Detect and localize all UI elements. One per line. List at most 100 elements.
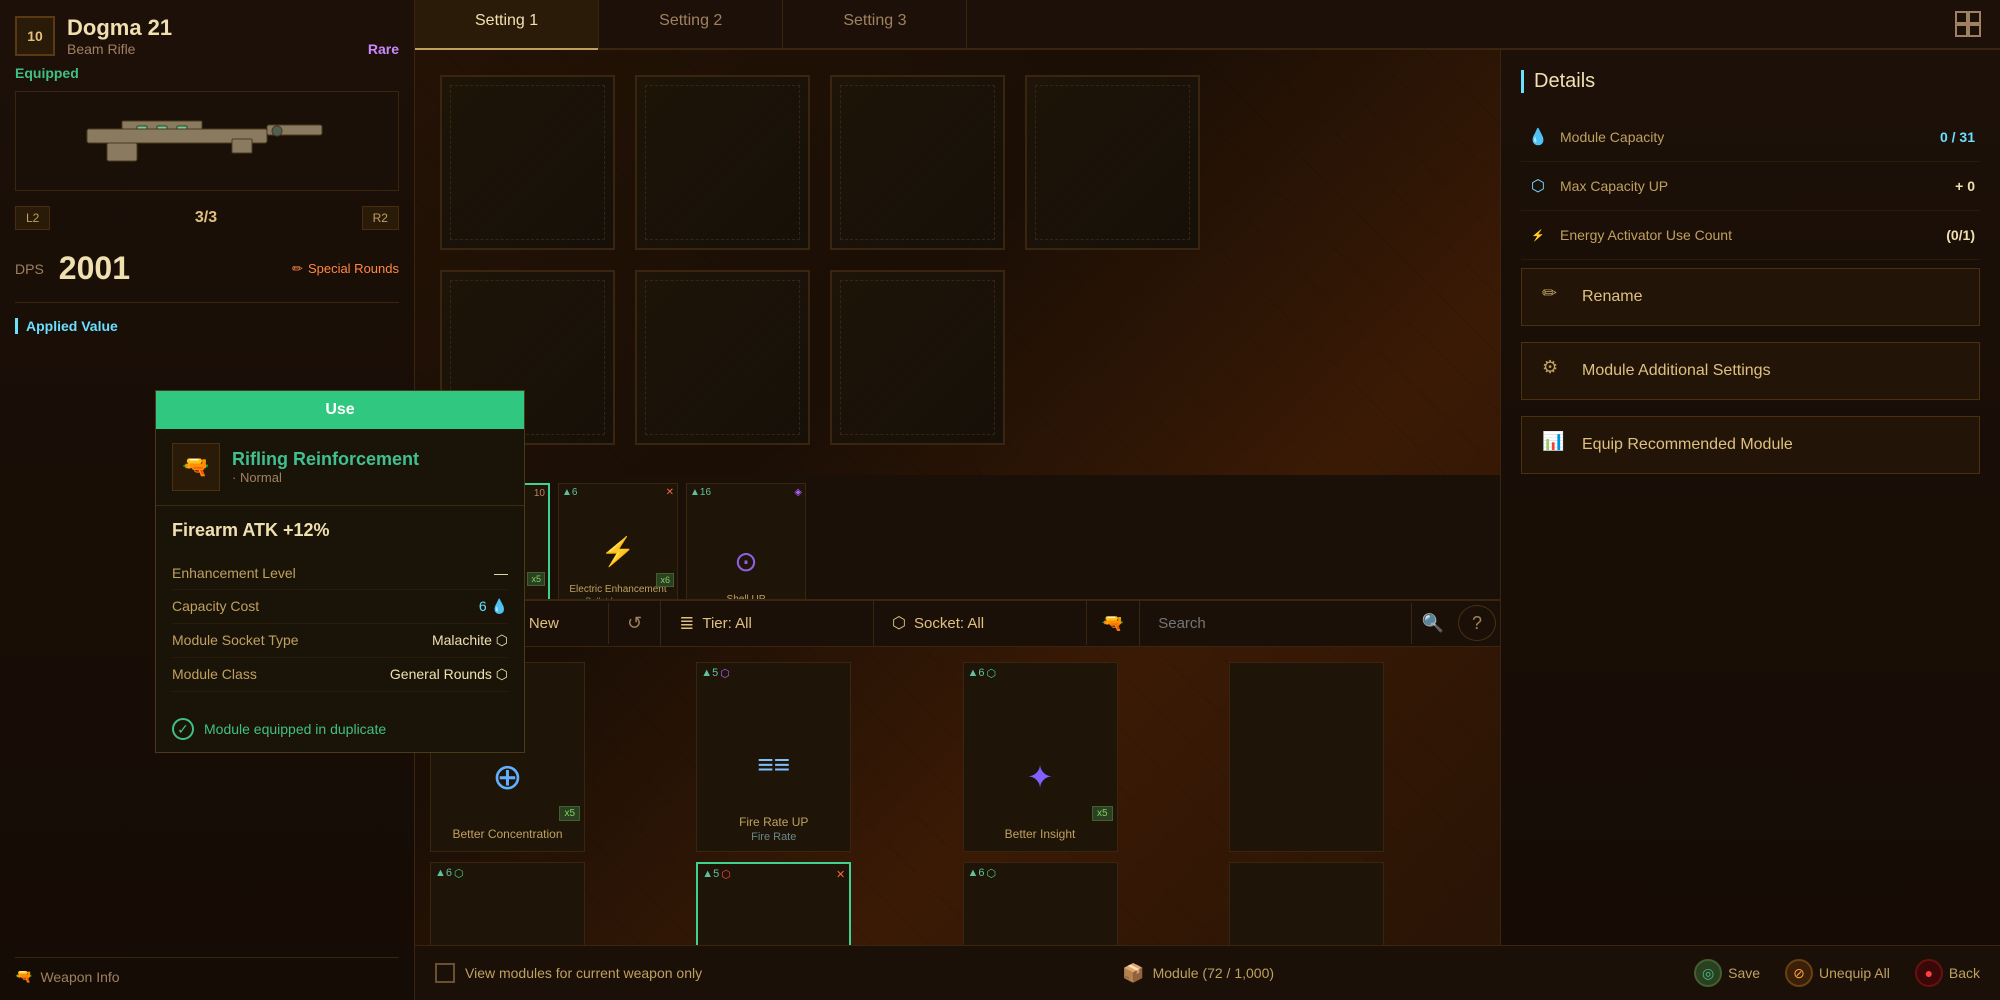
selected-modules-strip: ▲6 10 ⊙ x5 Reinforcement ▲6 ✕ ⚡ x6 Elect…	[415, 475, 1500, 600]
equip-recommended-button[interactable]: 📊 Equip Recommended Module	[1521, 416, 1980, 474]
tier-label: Tier: All	[702, 615, 751, 632]
tooltip-use-button[interactable]: Use	[415, 391, 524, 429]
filter-help-btn[interactable]: ?	[1458, 605, 1496, 641]
tier-icon: ≣	[679, 613, 694, 634]
weapon-name: Dogma 21	[67, 15, 399, 41]
sel-card-tier-3: ▲16	[690, 487, 711, 498]
filter-tier-dropdown[interactable]: ≣ Tier: All	[661, 601, 874, 646]
weapon-rarity: Rare	[368, 41, 399, 57]
weapon-header: 10 Dogma 21 Beam Rifle Rare	[15, 15, 399, 57]
module-card-empty[interactable]	[1229, 662, 1384, 852]
energy-row: ⚡ Energy Activator Use Count (0/1)	[1521, 211, 1980, 260]
main-area: Setting 1 Setting 2 Setting 3	[415, 0, 2000, 1000]
capacity-drop-icon: 💧	[1526, 125, 1550, 149]
help-icon: ?	[1472, 613, 1482, 634]
tooltip-socket-row: Module Socket Type Malachite ⬡	[415, 624, 508, 658]
energy-value: (0/1)	[1946, 227, 1975, 243]
tab-grid-button[interactable]	[1936, 0, 2000, 48]
filter-search-input[interactable]	[1140, 603, 1411, 644]
content-area: ▲6 10 ⊙ x5 Reinforcement ▲6 ✕ ⚡ x6 Elect…	[415, 50, 2000, 1000]
tab-setting3[interactable]: Setting 3	[783, 0, 967, 48]
module-capacity-row: 💧 Module Capacity 0 / 31	[1521, 113, 1980, 162]
search-magnify-icon[interactable]: 🔍	[1412, 601, 1454, 646]
module-slot-4[interactable]	[1025, 75, 1200, 250]
r2-button[interactable]: R2	[362, 206, 399, 230]
module-card-firerate-1[interactable]: ▲5 ⬡ ≡≡ Fire Rate UP Fire Rate	[696, 662, 851, 852]
sel-card-mark-3: ◈	[794, 487, 802, 498]
rename-label: Rename	[1582, 288, 1642, 306]
tab-setting1[interactable]: Setting 1	[415, 0, 599, 48]
card-name-1: Better Concentration	[448, 827, 566, 843]
additional-settings-label: Module Additional Settings	[1582, 362, 1771, 380]
module-count-label: Module (72 / 1,000)	[1153, 965, 1274, 981]
l2-button[interactable]: L2	[15, 206, 50, 230]
card-rank-1: x5	[559, 806, 580, 821]
sel-card-rank-2: x6	[656, 573, 674, 587]
weapon-image	[15, 91, 399, 191]
sel-card-icon-3: ⊙	[716, 531, 776, 591]
sel-card-level-1: 10	[534, 488, 545, 499]
weapon-svg	[77, 101, 337, 181]
card-rank-3: x5	[1092, 806, 1113, 821]
module-slot-1[interactable]	[440, 75, 615, 250]
card-tier-3: ▲6 ⬡	[968, 667, 997, 680]
tooltip-popup: Use 🔫 Rifling Reinforcement · Normal Fir…	[415, 390, 525, 753]
weapon-level-badge: 10	[15, 16, 55, 56]
class-value: General Rounds ⬡	[415, 666, 508, 683]
right-details-panel: Details 💧 Module Capacity 0 / 31 ⬡ Max C…	[1500, 50, 2000, 1000]
tooltip-header: 🔫 Rifling Reinforcement · Normal	[415, 429, 524, 506]
rename-button[interactable]: ✏ Rename	[1521, 268, 1980, 326]
module-count: 📦 Module (72 / 1,000)	[1122, 963, 1274, 984]
weapon-controls: L2 3/3 R2	[15, 201, 399, 235]
module-slot-3[interactable]	[830, 75, 1005, 250]
additional-settings-button[interactable]: ⚙ Module Additional Settings	[1521, 342, 1980, 400]
tooltip-body: Firearm ATK +12% Enhancement Level — Cap…	[415, 506, 524, 706]
card-tier-6: ▲5 ⬡	[702, 868, 731, 881]
tooltip-module-name: Rifling Reinforcement	[415, 449, 419, 470]
filter-refresh-btn[interactable]: ↺	[609, 601, 661, 646]
tooltip-class-row: Module Class General Rounds ⬡	[415, 658, 508, 692]
module-slot-6[interactable]	[635, 270, 810, 445]
grid-icon	[1954, 10, 1982, 38]
refresh-icon: ↺	[627, 613, 642, 633]
tooltip-capacity-row: Capacity Cost 6 💧	[415, 590, 508, 624]
tabs-bar: Setting 1 Setting 2 Setting 3	[415, 0, 2000, 50]
card-icon-firerate1: ≡≡	[729, 720, 819, 810]
selected-module-shellup[interactable]: ▲16 ◈ ⊙ Shell UP	[686, 483, 806, 600]
socket-icon: ⬡	[892, 613, 906, 633]
card-tier-2: ▲5 ⬡	[701, 667, 730, 680]
bottom-bar: View modules for current weapon only 📦 M…	[415, 945, 1500, 1000]
module-capacity-label: Module Capacity	[1560, 129, 1940, 145]
equipped-badge: Equipped	[15, 65, 399, 81]
special-rounds: ✏ Special Rounds	[292, 261, 399, 277]
pencil-icon: ✏	[292, 261, 303, 277]
weapon-info-button[interactable]: 🔫 Weapon Info	[15, 957, 399, 985]
max-capacity-value: + 0	[1955, 178, 1975, 194]
energy-icon: ⚡	[1526, 223, 1550, 247]
max-capacity-row: ⬡ Max Capacity UP + 0	[1521, 162, 1980, 211]
filter-socket-dropdown[interactable]: ⬡ Socket: All	[874, 601, 1087, 645]
tab-setting2[interactable]: Setting 2	[599, 0, 783, 48]
tooltip-enhancement-row: Enhancement Level —	[415, 557, 508, 590]
module-slot-2[interactable]	[635, 75, 810, 250]
rename-icon: ✏	[1542, 283, 1570, 311]
weapon-info-label: Weapon Info	[40, 969, 119, 985]
card-name-2: Fire Rate UP	[735, 815, 812, 831]
filter-search-icon-btn[interactable]: 🔫	[1087, 601, 1140, 646]
energy-label: Energy Activator Use Count	[1560, 227, 1946, 243]
module-card-insight-1[interactable]: ▲6 ⬡ ✦ x5 Better Insight	[963, 662, 1118, 852]
socket-label: Socket: All	[914, 615, 984, 632]
tooltip-main-effect: Firearm ATK +12%	[415, 520, 508, 541]
card-icon-insight1: ✦	[995, 732, 1085, 822]
sel-card-tier-2: ▲6	[562, 487, 577, 498]
module-slot-7[interactable]	[830, 270, 1005, 445]
capacity-value: 6 💧	[479, 598, 508, 615]
selected-module-electric[interactable]: ▲6 ✕ ⚡ x6 Electric Enhancement Bullet Im…	[558, 483, 678, 600]
tooltip-module-grade: · Normal	[415, 470, 419, 485]
search-icon: 🔫	[1102, 613, 1124, 633]
equip-recommended-icon: 📊	[1542, 431, 1570, 459]
view-modules-checkbox[interactable]: View modules for current weapon only	[435, 963, 702, 983]
card-subtype-2: Fire Rate	[751, 831, 796, 843]
center-area: ▲6 10 ⊙ x5 Reinforcement ▲6 ✕ ⚡ x6 Elect…	[415, 50, 1500, 1000]
card-name-3: Better Insight	[1001, 827, 1080, 843]
